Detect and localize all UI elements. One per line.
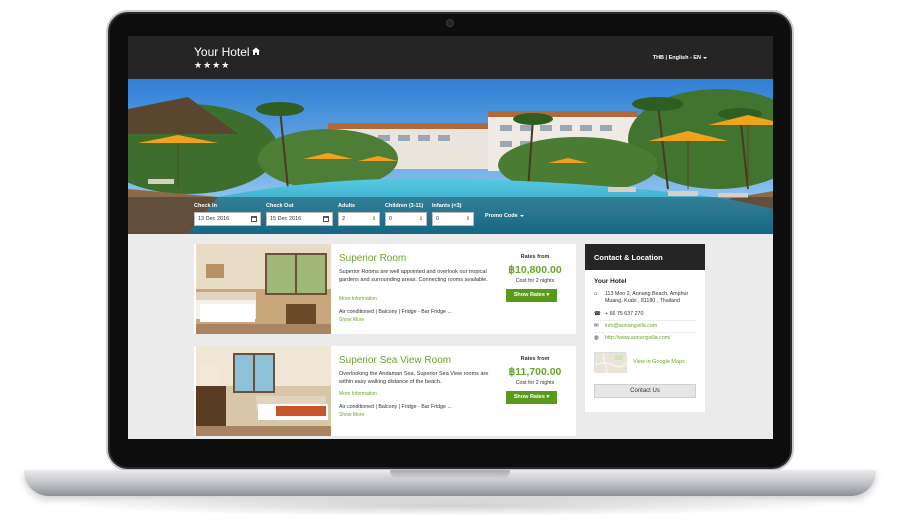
room-description: Overlooking the Andaman Sea, Superior Se… bbox=[339, 371, 489, 385]
checkout-label: Check Out bbox=[266, 203, 294, 209]
laptop-notch bbox=[390, 470, 510, 479]
contact-email[interactable]: info@aonangvilla.com bbox=[605, 323, 705, 330]
language-label: THB | English - EN bbox=[652, 55, 701, 61]
map-thumbnail[interactable] bbox=[594, 352, 628, 374]
room-amenities: Air conditioned | Balcony | Fridge - Bar… bbox=[339, 404, 452, 410]
contact-address: 113 Moo 2, Aonang Beach, Amphur Muang, K… bbox=[605, 291, 689, 304]
phone-icon: ☎ bbox=[594, 311, 601, 317]
room-title[interactable]: Superior Room bbox=[339, 253, 406, 264]
caret-down-icon bbox=[519, 214, 524, 217]
show-more-link[interactable]: Show More bbox=[339, 317, 364, 323]
checkout-value: 15 Dec 2016 bbox=[270, 216, 302, 222]
more-information-link[interactable]: More Information bbox=[339, 391, 377, 397]
room-photo[interactable] bbox=[196, 244, 331, 334]
checkout-field[interactable]: 15 Dec 2016 bbox=[266, 212, 333, 226]
caret-down-icon: ▾ bbox=[546, 394, 550, 400]
adults-label: Adults bbox=[338, 203, 356, 209]
room-amenities: Air conditioned | Balcony | Fridge - Bar… bbox=[339, 309, 452, 315]
children-value: 0 bbox=[389, 216, 393, 222]
select-arrows-icon: ⇕ bbox=[418, 216, 423, 222]
room-photo[interactable] bbox=[196, 346, 331, 436]
screen: Your Hotel ★★★★ THB | English - EN Check… bbox=[128, 36, 773, 439]
contact-website-row: ◍ http://www.aonangvilla.com/ bbox=[594, 335, 704, 343]
webcam bbox=[446, 19, 454, 27]
children-label: Children (3-11) bbox=[385, 203, 424, 209]
contact-us-button[interactable]: Contact Us bbox=[594, 384, 696, 398]
globe-icon: ◍ bbox=[594, 335, 599, 341]
children-select[interactable]: 0 ⇕ bbox=[385, 212, 427, 226]
room-title[interactable]: Superior Sea View Room bbox=[339, 355, 451, 366]
more-information-link[interactable]: More Information bbox=[339, 296, 377, 302]
divider bbox=[594, 332, 696, 333]
star-rating: ★★★★ bbox=[194, 60, 231, 70]
view-google-maps-link[interactable]: View in Google Maps bbox=[633, 359, 685, 365]
infants-select[interactable]: 0 ⇕ bbox=[432, 212, 474, 226]
top-bar: Your Hotel ★★★★ THB | English - EN bbox=[128, 36, 773, 79]
show-rates-label: Show Rates bbox=[513, 394, 545, 400]
contact-heading: Contact & Location bbox=[585, 244, 705, 270]
cost-note: Cost for 2 nights bbox=[515, 380, 555, 386]
caret-down-icon bbox=[703, 56, 707, 59]
show-rates-button[interactable]: Show Rates ▾ bbox=[506, 289, 557, 302]
currency-language-selector[interactable]: THB | English - EN bbox=[653, 55, 707, 61]
checkin-field[interactable]: 13 Dec 2016 bbox=[194, 212, 261, 226]
promo-code-label: Promo Code bbox=[485, 213, 518, 219]
home-icon[interactable] bbox=[251, 46, 261, 56]
rates-from-label: Rates from bbox=[520, 254, 550, 260]
promo-code-toggle[interactable]: Promo Code bbox=[485, 213, 524, 219]
contact-website[interactable]: http://www.aonangvilla.com/ bbox=[605, 335, 705, 342]
room-card: Superior Room Superior Rooms are well ap… bbox=[194, 244, 576, 334]
booking-search-form: Check In 13 Dec 2016 Check Out 15 Dec 20… bbox=[194, 203, 714, 233]
adults-value: 2 bbox=[342, 216, 346, 222]
contact-phone-row: ☎ + 66 75 637 270 bbox=[594, 311, 704, 319]
caret-down-icon: ▾ bbox=[546, 292, 550, 298]
infants-label: Infants (<3) bbox=[432, 203, 462, 209]
room-price: ฿11,700.00 bbox=[508, 366, 562, 378]
calendar-icon bbox=[251, 216, 257, 222]
contact-email-row: ✉ info@aonangvilla.com bbox=[594, 323, 704, 331]
cost-note: Cost for 2 nights bbox=[515, 278, 555, 284]
divider bbox=[594, 320, 696, 321]
contact-hotel-name: Your Hotel bbox=[594, 278, 627, 285]
show-more-link[interactable]: Show More bbox=[339, 412, 364, 418]
room-price: ฿10,800.00 bbox=[508, 264, 562, 276]
rates-from-label: Rates from bbox=[520, 356, 550, 362]
laptop-shadow bbox=[70, 496, 830, 516]
room-description: Superior Rooms are well appointed and ov… bbox=[339, 269, 488, 283]
checkin-value: 13 Dec 2016 bbox=[198, 216, 230, 222]
calendar-icon bbox=[323, 216, 329, 222]
laptop-frame: Your Hotel ★★★★ THB | English - EN Check… bbox=[0, 0, 900, 530]
select-arrows-icon: ⇕ bbox=[371, 216, 376, 222]
room-card: Superior Sea View Room Overlooking the A… bbox=[194, 346, 576, 436]
contact-location-panel: Contact & Location Your Hotel ⌂ 113 Moo … bbox=[585, 244, 705, 412]
show-rates-button[interactable]: Show Rates ▾ bbox=[506, 391, 557, 404]
hero-banner: Check In 13 Dec 2016 Check Out 15 Dec 20… bbox=[128, 79, 773, 234]
infants-value: 0 bbox=[436, 216, 440, 222]
select-arrows-icon: ⇕ bbox=[465, 216, 470, 222]
hotel-name[interactable]: Your Hotel bbox=[194, 45, 250, 59]
contact-phone: + 66 75 637 270 bbox=[605, 311, 644, 317]
envelope-icon: ✉ bbox=[594, 323, 599, 329]
checkin-label: Check In bbox=[194, 203, 217, 209]
show-rates-label: Show Rates bbox=[513, 292, 545, 298]
home-icon: ⌂ bbox=[594, 291, 598, 297]
adults-select[interactable]: 2 ⇕ bbox=[338, 212, 380, 226]
